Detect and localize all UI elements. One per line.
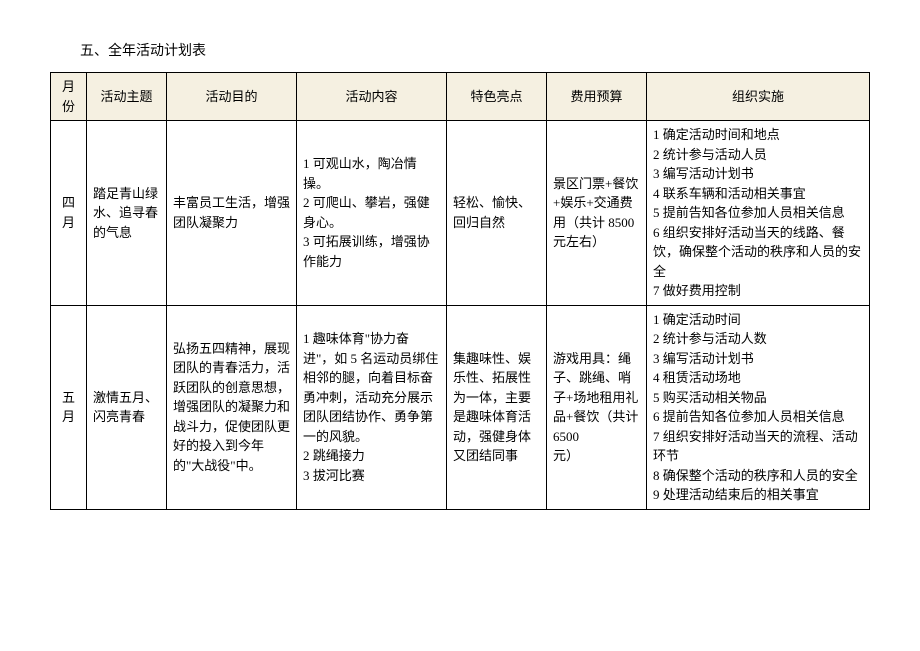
header-implementation: 组织实施 [647, 73, 870, 121]
section-title: 五、全年活动计划表 [50, 40, 870, 60]
cell-month: 五月 [51, 305, 87, 509]
cell-highlight: 轻松、愉快、回归自然 [447, 121, 547, 306]
table-row: 四月 踏足青山绿水、追寻春的气息 丰富员工生活，增强团队凝聚力 1 可观山水，陶… [51, 121, 870, 306]
header-month: 月份 [51, 73, 87, 121]
cell-purpose: 弘扬五四精神，展现团队的青春活力，活跃团队的创意思想，增强团队的凝聚力和战斗力，… [167, 305, 297, 509]
cell-implementation: 1 确定活动时间和地点 2 统计参与活动人员 3 编写活动计划书 4 联系车辆和… [647, 121, 870, 306]
cell-purpose: 丰富员工生活，增强团队凝聚力 [167, 121, 297, 306]
table-row: 五月 激情五月、闪亮青春 弘扬五四精神，展现团队的青春活力，活跃团队的创意思想，… [51, 305, 870, 509]
cell-budget: 游戏用具：绳子、跳绳、哨子+场地租用礼品+餐饮（共计6500 元） [547, 305, 647, 509]
table-header-row: 月份 活动主题 活动目的 活动内容 特色亮点 费用预算 组织实施 [51, 73, 870, 121]
activity-plan-table: 月份 活动主题 活动目的 活动内容 特色亮点 费用预算 组织实施 四月 踏足青山… [50, 72, 870, 510]
cell-content: 1 趣味体育"协力奋进"，如 5 名运动员绑住相邻的腿，向着目标奋勇冲刺，活动充… [297, 305, 447, 509]
cell-implementation: 1 确定活动时间 2 统计参与活动人数 3 编写活动计划书 4 租赁活动场地 5… [647, 305, 870, 509]
cell-theme: 踏足青山绿水、追寻春的气息 [87, 121, 167, 306]
header-theme: 活动主题 [87, 73, 167, 121]
cell-theme: 激情五月、闪亮青春 [87, 305, 167, 509]
cell-content: 1 可观山水，陶冶情操。 2 可爬山、攀岩，强健身心。 3 可拓展训练，增强协作… [297, 121, 447, 306]
header-content: 活动内容 [297, 73, 447, 121]
header-purpose: 活动目的 [167, 73, 297, 121]
cell-month: 四月 [51, 121, 87, 306]
cell-budget: 景区门票+餐饮+娱乐+交通费用（共计 8500 元左右） [547, 121, 647, 306]
header-highlight: 特色亮点 [447, 73, 547, 121]
header-budget: 费用预算 [547, 73, 647, 121]
cell-highlight: 集趣味性、娱乐性、拓展性为一体，主要是趣味体育活动，强健身体又团结同事 [447, 305, 547, 509]
